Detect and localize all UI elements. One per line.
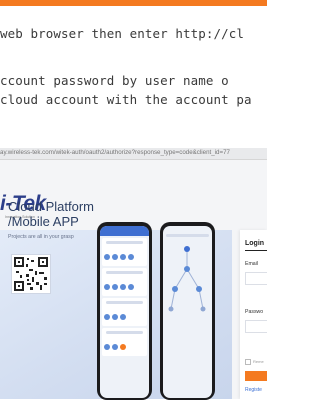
remember-me-option[interactable]: Reme (245, 359, 264, 365)
topology-map-icon (168, 246, 206, 312)
hero-subtitle: Projects are all in your grasp (8, 234, 74, 240)
password-label: Passwo (245, 309, 264, 315)
register-link[interactable]: Registe (245, 387, 262, 393)
instruction-line-1: web browser then enter http://cl (0, 26, 245, 41)
phone-card (102, 238, 147, 266)
login-panel: Login Email Passwo Reme Registe (240, 230, 267, 399)
phone-card (102, 328, 147, 356)
email-field[interactable] (245, 272, 267, 285)
phone-screen-home (100, 226, 149, 398)
phone-mockup-home (97, 222, 152, 400)
top-accent-bar (0, 0, 267, 6)
hero-title-line-1: Cloud Platform (8, 199, 94, 214)
login-title-underline (245, 250, 267, 251)
password-field[interactable] (245, 320, 267, 333)
hero-title: Cloud Platform /Mobile APP (8, 199, 94, 229)
address-url: ay.wireless-tek.com/witek-auth/oauth2/au… (0, 149, 230, 156)
qr-code-icon (14, 257, 48, 291)
qr-code (11, 254, 51, 294)
browser-address-bar[interactable]: ay.wireless-tek.com/witek-auth/oauth2/au… (0, 148, 267, 160)
remember-label: Reme (253, 359, 264, 365)
phone-card (102, 268, 147, 296)
login-button[interactable] (245, 371, 267, 381)
phone-screen-topology (163, 226, 212, 398)
email-label: Email (245, 261, 258, 267)
hero-title-line-2: /Mobile APP (8, 214, 79, 229)
instruction-line-3: cloud account with the account pa (0, 92, 252, 107)
phone-mockup-topology (160, 222, 215, 400)
login-title: Login (245, 240, 265, 247)
phone-card (102, 298, 147, 326)
remember-checkbox[interactable] (245, 359, 251, 365)
instruction-line-2: ccount password by user name o (0, 73, 229, 88)
